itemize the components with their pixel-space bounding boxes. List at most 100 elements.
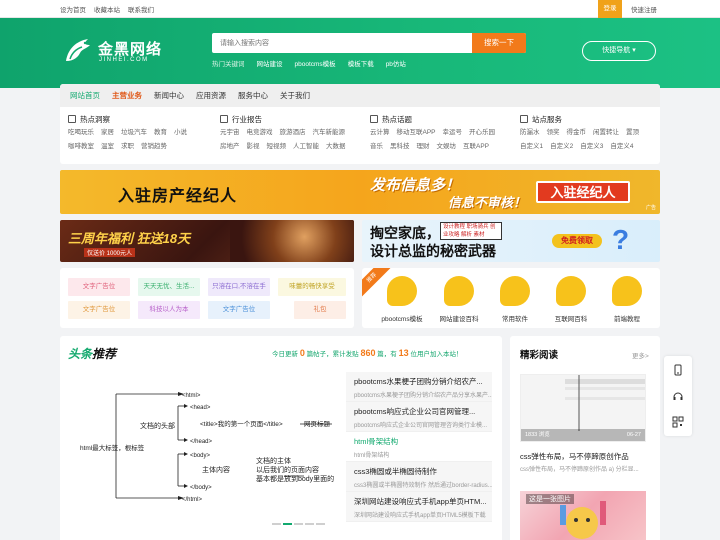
category-title: 热点洞察: [80, 114, 110, 124]
category-link[interactable]: 防漏水: [520, 129, 540, 136]
category-link[interactable]: 自定义3: [580, 143, 603, 150]
article-title: html骨架结构: [354, 437, 399, 446]
more-link[interactable]: 更多>: [632, 350, 649, 360]
article-item[interactable]: css3椭圆或半椭圆待制作 css3椭圆或半椭圆特效制作 然后通过border-r…: [346, 462, 492, 492]
category-link[interactable]: 影视: [247, 143, 260, 150]
set-homepage-link[interactable]: 设为首页: [60, 4, 86, 14]
headset-icon[interactable]: [672, 390, 684, 402]
quick-nav-button[interactable]: 快捷导航 ▾: [582, 41, 656, 61]
hot-keyword[interactable]: pb仿站: [386, 58, 406, 68]
featured-post-title[interactable]: css弹性布局，马不停蹄原创作品: [520, 451, 629, 462]
quick-link-frontend[interactable]: 前端教程: [599, 276, 655, 323]
main-nav: 网站首页 主营业务 新闻中心 应用资源 服务中心 关于我们: [60, 84, 660, 107]
hot-keyword[interactable]: 模板下载: [348, 58, 374, 68]
text-ad[interactable]: 只溶在口,不溶在手: [208, 278, 270, 296]
join-agent-button[interactable]: 入驻经纪人: [536, 181, 630, 203]
category-link[interactable]: 垃圾汽车: [121, 129, 147, 136]
category-link[interactable]: 吃喝玩乐: [68, 129, 94, 136]
game-anniversary-banner[interactable]: 三周年福利 狂送18天 仅送价 1000元人: [60, 220, 354, 262]
category-link[interactable]: 幸运号: [443, 129, 463, 136]
carousel-dot[interactable]: [305, 523, 314, 525]
search-input[interactable]: [212, 33, 470, 53]
nav-business[interactable]: 主营业务: [112, 84, 142, 107]
category-link[interactable]: 短视频: [267, 143, 287, 150]
designer-resources-banner[interactable]: 掏空家底， 设计总监的秘密武器 设计教程 职场骑兵 创业攻略 解析 素材 免费领…: [362, 220, 660, 262]
site-logo[interactable]: 金黑网络 JINHEI.COM: [62, 35, 162, 69]
nav-about[interactable]: 关于我们: [280, 84, 310, 107]
category-link[interactable]: 移动互联APP: [397, 129, 436, 136]
category-link[interactable]: 置顶: [626, 129, 639, 136]
category-link[interactable]: 求职: [121, 143, 134, 150]
category-link[interactable]: 元宇宙: [220, 129, 240, 136]
category-link[interactable]: 旅游酒店: [280, 129, 306, 136]
category-link[interactable]: 小说: [174, 129, 187, 136]
free-claim-button[interactable]: 免费领取: [552, 234, 602, 248]
category-link[interactable]: 营销趋势: [141, 143, 167, 150]
html-structure-diagram[interactable]: <html> <head> <title>我的第一个页面</title> 网页标…: [68, 370, 342, 538]
category-link[interactable]: 黑科技: [390, 143, 410, 150]
category-link[interactable]: 教育: [154, 129, 167, 136]
category-link[interactable]: 闲置转让: [593, 129, 619, 136]
register-link[interactable]: 快速注册: [631, 4, 657, 14]
nav-services[interactable]: 服务中心: [238, 84, 268, 107]
category-link[interactable]: 自定义4: [610, 143, 633, 150]
carousel-dot[interactable]: [316, 523, 325, 525]
hot-keyword[interactable]: 网站建设: [257, 58, 283, 68]
category-link[interactable]: 理财: [417, 143, 430, 150]
question-mark-icon: ?: [612, 224, 630, 255]
article-item[interactable]: 深圳网站建设响应式手机app单页HTM... 深圳网站建设响应式手机app单页HT…: [346, 492, 492, 522]
featured-image[interactable]: 这是一张图片: [520, 491, 646, 540]
site-stats: 今日更新 0 篇帖子，累计发贴 860 篇，有 13 位用户加入本站！: [272, 348, 462, 358]
category-link[interactable]: 互联APP: [463, 143, 489, 150]
quick-link-internet-wiki[interactable]: 互联网百科: [543, 276, 599, 323]
category-link[interactable]: 大数据: [326, 143, 346, 150]
login-button[interactable]: 登录: [598, 0, 622, 18]
quick-link-pbootcms[interactable]: pbootcms模板: [374, 276, 430, 323]
category-link[interactable]: 电竞游戏: [247, 129, 273, 136]
text-ad[interactable]: 文字广告位: [68, 278, 130, 296]
article-item[interactable]: pbootcms响应式企业公司官网管理... pbootcms响应式企业公司官网管…: [346, 402, 492, 432]
qr-code-icon[interactable]: [672, 416, 684, 428]
category-link[interactable]: 房地产: [220, 143, 240, 150]
article-item[interactable]: pbootcms水果梗子团购分销介绍农产... pbootcms水果梗子团购分销介…: [346, 372, 492, 402]
category-link[interactable]: 汽车新能源: [313, 129, 346, 136]
image-caption: 这是一张图片: [526, 494, 574, 504]
nav-news[interactable]: 新闻中心: [154, 84, 184, 107]
nav-resources[interactable]: 应用资源: [196, 84, 226, 107]
category-title: 站点服务: [532, 114, 562, 124]
carousel-dot[interactable]: [272, 523, 281, 525]
search-button[interactable]: 搜索一下: [472, 33, 526, 53]
category-link[interactable]: 领奖: [547, 129, 560, 136]
text-ad[interactable]: 礼包: [294, 301, 346, 319]
article-item-active[interactable]: html骨架结构 html骨架结构: [346, 432, 492, 462]
category-link[interactable]: 文娱坊: [437, 143, 457, 150]
hot-keyword[interactable]: pbootcms模板: [295, 58, 336, 68]
text-ad[interactable]: 文字广告位: [68, 301, 130, 319]
category-link[interactable]: 自定义2: [550, 143, 573, 150]
quick-link-software[interactable]: 常用软件: [487, 276, 543, 323]
category-link[interactable]: 家居: [101, 129, 114, 136]
featured-thumbnail[interactable]: 1833 浏览 06-27: [520, 374, 646, 442]
nav-home[interactable]: 网站首页: [70, 84, 100, 107]
category-link[interactable]: 音乐: [370, 143, 383, 150]
category-link[interactable]: 云计算: [370, 129, 390, 136]
mobile-icon[interactable]: [672, 364, 684, 376]
text-ad[interactable]: 文字广告位: [208, 301, 270, 319]
category-link[interactable]: 开心乐园: [469, 129, 495, 136]
text-ad[interactable]: 天天无忧、生活...: [138, 278, 200, 296]
carousel-dot[interactable]: [294, 523, 303, 525]
category-link[interactable]: 咖啡教室: [68, 143, 94, 150]
category-link[interactable]: 温室: [101, 143, 114, 150]
category-link[interactable]: 人工智能: [293, 143, 319, 150]
category-link[interactable]: 自定义1: [520, 143, 543, 150]
carousel-dot[interactable]: [283, 523, 292, 525]
bookmark-link[interactable]: 收藏本站: [94, 4, 120, 14]
agent-recruit-banner[interactable]: 入驻房产经纪人 发布信息多！ 信息不审核！ 入驻经纪人 广告: [60, 170, 660, 214]
quick-link-web-wiki[interactable]: 网站建设百科: [431, 276, 487, 323]
text-ad[interactable]: 味蕾的畅快享受: [278, 278, 346, 296]
category-link[interactable]: 得金币: [567, 129, 587, 136]
quick-link-label: 互联网百科: [554, 316, 588, 323]
document-icon: [68, 115, 76, 123]
contact-link[interactable]: 联系我们: [128, 4, 154, 14]
text-ad[interactable]: 科技以人为本: [138, 301, 200, 319]
